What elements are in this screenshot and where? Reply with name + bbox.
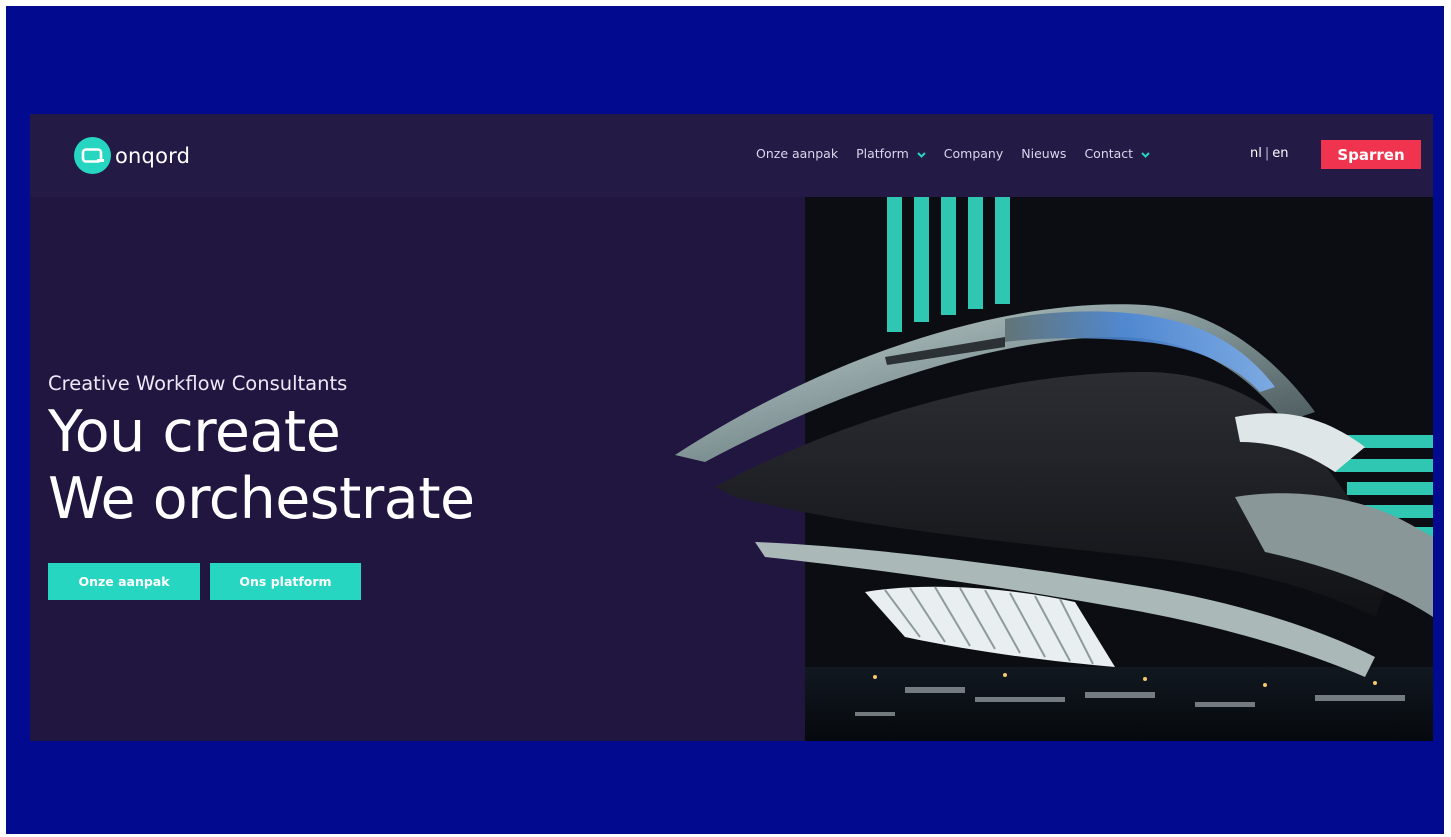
ground bbox=[805, 667, 1433, 741]
lang-divider: | bbox=[1264, 146, 1270, 161]
hero-headline: You create We orchestrate bbox=[48, 399, 475, 533]
nav-item-contact[interactable]: Contact bbox=[1084, 146, 1150, 161]
hero-eyebrow: Creative Workflow Consultants bbox=[48, 372, 348, 395]
nav-item-label: Contact bbox=[1084, 146, 1134, 161]
nav-item-label: Company bbox=[943, 146, 1004, 161]
hero-image bbox=[675, 197, 1433, 741]
headline-line-2: We orchestrate bbox=[48, 466, 475, 532]
onze-aanpak-button[interactable]: Onze aanpak bbox=[48, 563, 200, 600]
nav-item-label: Onze aanpak bbox=[756, 146, 839, 161]
main-nav: Onze aanpak Platform Company Nieuws Cont… bbox=[756, 146, 1168, 161]
logo[interactable]: onqord bbox=[74, 137, 190, 174]
nav-item-label: Platform bbox=[856, 146, 909, 161]
nav-item-nieuws[interactable]: Nieuws bbox=[1021, 146, 1066, 161]
hero-buttons: Onze aanpak Ons platform bbox=[48, 563, 371, 600]
brand-name: onqord bbox=[115, 143, 191, 168]
hero-text: Creative Workflow Consultants You create… bbox=[48, 372, 475, 533]
ons-platform-button[interactable]: Ons platform bbox=[210, 563, 361, 600]
screenshot-frame: onqord Onze aanpak Platform Company Nieu… bbox=[6, 6, 1444, 834]
lang-en-link[interactable]: en bbox=[1272, 146, 1288, 161]
navbar: onqord Onze aanpak Platform Company Nieu… bbox=[30, 114, 1433, 197]
sparren-button[interactable]: Sparren bbox=[1321, 140, 1421, 169]
lang-nl-link[interactable]: nl bbox=[1250, 146, 1262, 161]
chevron-down-icon bbox=[1141, 146, 1150, 161]
nav-item-platform[interactable]: Platform bbox=[856, 146, 926, 161]
chevron-down-icon bbox=[917, 146, 926, 161]
website: onqord Onze aanpak Platform Company Nieu… bbox=[30, 114, 1433, 741]
nav-item-company[interactable]: Company bbox=[944, 146, 1003, 161]
headline-line-1: You create bbox=[48, 399, 341, 465]
nav-item-onze-aanpak[interactable]: Onze aanpak bbox=[756, 146, 838, 161]
language-switcher: nl | en bbox=[1250, 146, 1289, 161]
q-logo-icon bbox=[74, 137, 111, 174]
nav-item-label: Nieuws bbox=[1021, 146, 1067, 161]
